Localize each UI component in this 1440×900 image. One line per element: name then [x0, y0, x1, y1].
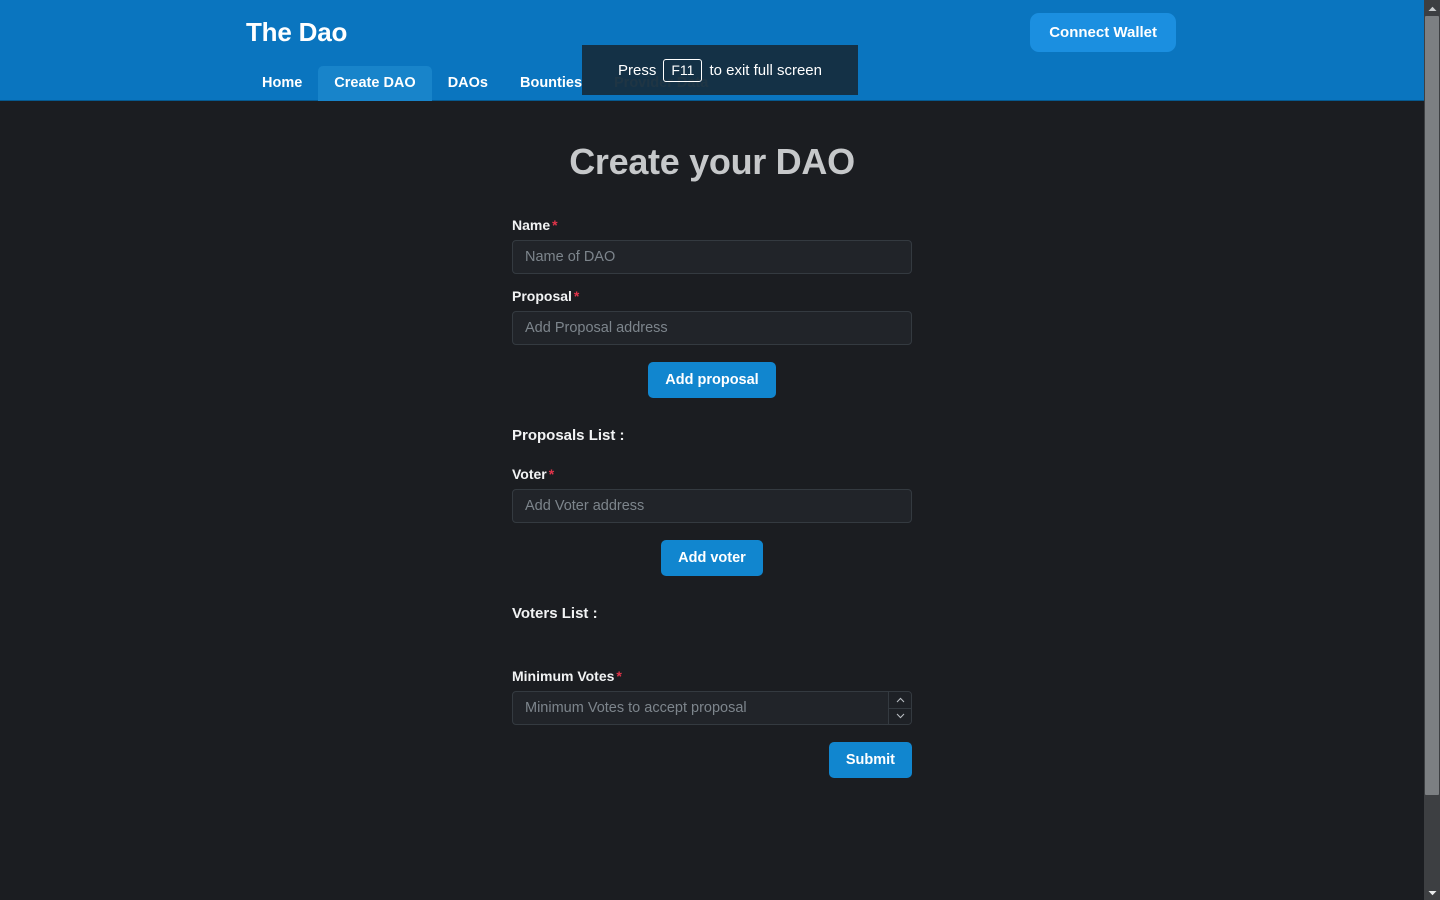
scrollbar-down-button[interactable] — [1424, 884, 1440, 900]
caret-up-icon — [1428, 0, 1437, 17]
voters-list-heading: Voters List : — [512, 605, 598, 622]
minimum-votes-label-text: Minimum Votes — [512, 668, 615, 684]
proposal-label-text: Proposal — [512, 288, 572, 304]
required-asterisk: * — [552, 217, 558, 233]
name-input[interactable] — [512, 240, 912, 274]
stepper-increment-button[interactable] — [889, 692, 911, 709]
required-asterisk: * — [616, 668, 622, 684]
page-root: The Dao Home Create DAO DAOs Bounties Pr… — [0, 0, 1424, 900]
vertical-scrollbar[interactable] — [1424, 0, 1440, 900]
submit-button[interactable]: Submit — [828, 742, 912, 778]
required-asterisk: * — [573, 288, 580, 304]
proposals-list-heading: Proposals List : — [512, 427, 625, 444]
caret-down-icon — [1428, 883, 1437, 900]
create-dao-form: Name* Proposal* Add proposal Proposals L… — [512, 183, 912, 778]
toast-prefix-text: Press — [618, 61, 657, 79]
add-proposal-button[interactable]: Add proposal — [648, 362, 776, 398]
stepper-decrement-button[interactable] — [889, 708, 911, 724]
scrollbar-thumb[interactable] — [1425, 16, 1439, 795]
main-content: Create your DAO Name* Proposal* Add prop… — [0, 141, 1424, 778]
nav-item-home[interactable]: Home — [246, 66, 318, 101]
voter-input[interactable] — [512, 489, 912, 523]
proposal-label: Proposal * — [512, 288, 912, 304]
minimum-votes-field — [512, 691, 912, 725]
browser-viewport: The Dao Home Create DAO DAOs Bounties Pr… — [0, 0, 1440, 900]
toast-key-f11: F11 — [663, 58, 703, 82]
name-label-text: Name — [512, 217, 551, 233]
minimum-votes-input[interactable] — [512, 691, 912, 725]
add-voter-button[interactable]: Add voter — [661, 540, 763, 576]
proposal-input[interactable] — [512, 311, 912, 345]
name-label: Name * — [512, 217, 912, 233]
nav-item-create-dao[interactable]: Create DAO — [318, 66, 432, 101]
scrollbar-up-button[interactable] — [1424, 0, 1440, 16]
minimum-votes-stepper — [888, 692, 911, 724]
nav-item-daos[interactable]: DAOs — [432, 66, 504, 101]
chevron-up-icon — [896, 697, 905, 703]
fullscreen-exit-toast: Press F11 to exit full screen — [582, 45, 858, 95]
voter-label: Voter * — [512, 466, 912, 482]
required-asterisk: * — [548, 466, 555, 482]
voter-label-text: Voter — [512, 466, 547, 482]
chevron-down-icon — [896, 713, 905, 719]
minimum-votes-label: Minimum Votes * — [512, 668, 912, 684]
page-title: Create your DAO — [569, 141, 855, 182]
toast-suffix-text: to exit full screen — [709, 61, 822, 79]
brand-title: The Dao — [246, 17, 348, 47]
connect-wallet-button[interactable]: Connect Wallet — [1030, 13, 1176, 52]
